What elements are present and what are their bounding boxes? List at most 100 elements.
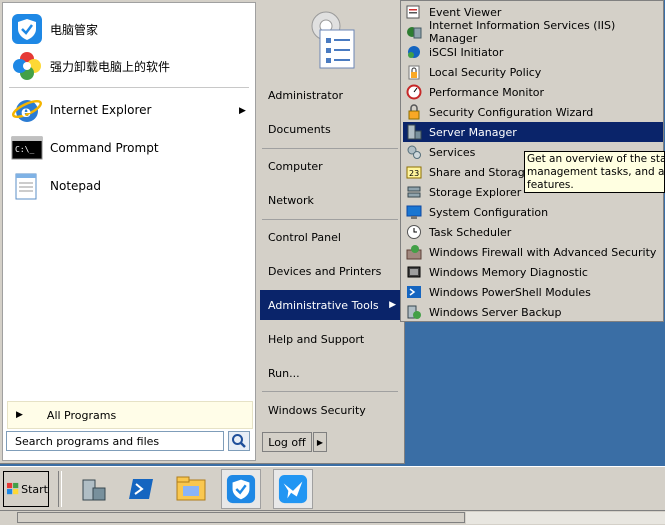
right-item-label: Control Panel — [268, 230, 341, 244]
right-item-label: Documents — [268, 122, 331, 136]
menu-item-server-backup[interactable]: Windows Server Backup — [403, 302, 663, 322]
menu-item-local-security-policy[interactable]: Local Security Policy — [403, 62, 663, 82]
menu-item-task-scheduler[interactable]: Task Scheduler — [403, 222, 663, 242]
right-item-label: Administrative Tools — [268, 298, 379, 312]
right-item-network[interactable]: Network — [260, 185, 402, 215]
program-label: Notepad — [50, 179, 101, 193]
right-item-administrative-tools[interactable]: Administrative Tools ▶ — [260, 290, 402, 320]
program-command-prompt[interactable]: C:\_ Command Prompt — [11, 131, 251, 165]
right-item-devices-printers[interactable]: Devices and Printers — [260, 256, 402, 286]
tooltip-line: management tasks, and add — [527, 166, 665, 178]
pinned-item-uninstaller[interactable]: 强力卸载电脑上的软件 — [11, 49, 251, 83]
menu-item-windows-firewall[interactable]: Windows Firewall with Advanced Security — [403, 242, 663, 262]
storage-explorer-icon — [407, 186, 421, 198]
start-menu: 电脑管家 强力卸载电脑上的软件 e Internet Explorer ▶ C:… — [0, 0, 405, 464]
windows-logo-icon — [7, 482, 19, 495]
menu-item-server-manager[interactable]: Server Manager — [403, 122, 663, 142]
scrollbar-track[interactable] — [466, 512, 665, 524]
all-programs-button[interactable]: ▶ All Programs — [7, 401, 253, 429]
scrollbar-thumb[interactable] — [17, 512, 465, 523]
start-button[interactable]: Start — [3, 471, 49, 507]
right-item-label: Devices and Printers — [268, 264, 382, 278]
program-label: Internet Explorer — [50, 103, 152, 117]
menu-item-system-configuration[interactable]: System Configuration — [403, 202, 663, 222]
separator — [9, 87, 249, 88]
program-label: Command Prompt — [50, 141, 159, 155]
server-manager-icon — [82, 479, 106, 501]
separator — [262, 148, 398, 149]
security-config-wizard-icon — [408, 104, 420, 120]
firewall-icon — [406, 245, 422, 260]
menu-item-iis-manager[interactable]: Internet Information Services (IIS) Mana… — [403, 19, 663, 45]
shutdown-options-button[interactable]: ▶ — [313, 432, 327, 452]
taskbar-server-manager[interactable] — [74, 469, 114, 509]
search-button[interactable] — [228, 431, 250, 451]
right-item-computer[interactable]: Computer — [260, 151, 402, 181]
taskbar-explorer[interactable] — [171, 469, 211, 509]
menu-item-label: Performance Monitor — [429, 85, 545, 99]
menu-item-label: Server Manager — [429, 125, 517, 139]
right-item-help-support[interactable]: Help and Support — [260, 324, 402, 354]
separator — [262, 219, 398, 220]
right-item-windows-security[interactable]: Windows Security — [260, 395, 402, 425]
local-security-policy-icon — [408, 65, 420, 80]
submenu-arrow-icon: ▶ — [239, 106, 246, 116]
right-item-label: Help and Support — [268, 332, 365, 346]
right-item-label: Computer — [268, 159, 323, 173]
menu-item-label: Windows Firewall with Advanced Security — [429, 245, 657, 259]
menu-item-iscsi-initiator[interactable]: iSCSI Initiator — [403, 42, 663, 62]
logoff-button[interactable]: Log off — [262, 432, 312, 452]
menu-item-memory-diagnostic[interactable]: Windows Memory Diagnostic — [403, 262, 663, 282]
pc-manager-shield-icon — [12, 14, 42, 44]
windows-explorer-folder-icon — [176, 476, 206, 501]
logoff-label: Log off — [268, 435, 306, 449]
powershell-icon — [407, 286, 421, 298]
right-item-run[interactable]: Run... — [260, 358, 402, 388]
right-item-label: Administrator — [268, 88, 343, 102]
arrow-right-icon: ▶ — [16, 410, 23, 420]
taskbar-bird-app[interactable] — [273, 469, 313, 509]
services-icon — [407, 145, 421, 159]
menu-item-performance-monitor[interactable]: Performance Monitor — [403, 82, 663, 102]
svg-text:e: e — [21, 102, 31, 121]
menu-item-label: Services — [429, 145, 476, 159]
menu-item-label: System Configuration — [429, 205, 549, 219]
taskbar-powershell[interactable] — [121, 469, 161, 509]
magnifier-icon — [232, 434, 246, 448]
taskbar-pc-manager[interactable] — [221, 469, 261, 509]
pc-manager-shield-icon — [226, 474, 256, 504]
menu-item-label: Storage Explorer — [429, 185, 522, 199]
program-notepad[interactable]: Notepad — [11, 169, 251, 203]
right-item-label: Network — [268, 193, 314, 207]
start-label: Start — [21, 482, 48, 496]
search-placeholder: Search programs and files — [15, 434, 160, 448]
taskbar: Start — [0, 466, 665, 511]
share-storage-icon: 23 — [406, 166, 422, 179]
powershell-icon — [129, 479, 153, 499]
right-item-documents[interactable]: Documents — [260, 114, 402, 144]
right-item-administrator[interactable]: Administrator — [260, 80, 402, 110]
search-input[interactable]: Search programs and files — [6, 431, 224, 451]
pinned-item-pc-manager[interactable]: 电脑管家 — [11, 12, 251, 46]
menu-item-label: Local Security Policy — [429, 65, 542, 79]
start-right-pane: Administrator Documents Computer Network… — [258, 2, 402, 459]
memory-diagnostic-icon — [407, 266, 421, 278]
pinned-item-label: 强力卸载电脑上的软件 — [50, 59, 171, 74]
server-manager-tooltip: Get an overview of the statu management … — [524, 151, 665, 193]
start-left-pane: 电脑管家 强力卸载电脑上的软件 e Internet Explorer ▶ C:… — [2, 2, 256, 461]
task-scheduler-icon — [407, 225, 421, 239]
server-manager-icon — [407, 124, 422, 140]
program-internet-explorer[interactable]: e Internet Explorer — [11, 93, 251, 127]
command-prompt-icon: C:\_ — [11, 136, 43, 160]
menu-item-label: Task Scheduler — [429, 225, 512, 239]
menu-item-powershell-modules[interactable]: Windows PowerShell Modules — [403, 282, 663, 302]
right-item-label: Run... — [268, 366, 300, 380]
svg-text:23: 23 — [409, 169, 419, 178]
right-item-control-panel[interactable]: Control Panel — [260, 222, 402, 252]
menu-item-label: iSCSI Initiator — [429, 45, 504, 59]
right-item-label: Windows Security — [268, 403, 366, 417]
uninstaller-flower-icon — [13, 52, 41, 80]
horizontal-scrollbar[interactable] — [0, 510, 665, 525]
server-backup-icon — [407, 305, 421, 319]
menu-item-security-config-wizard[interactable]: Security Configuration Wizard — [403, 102, 663, 122]
